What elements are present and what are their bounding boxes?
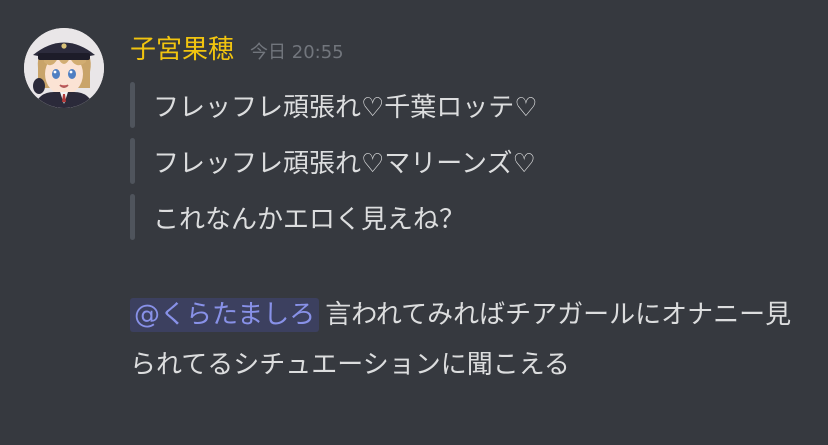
quote-bar [130,194,135,240]
message-body: @くらたましろ 言われてみればチアガールにオナニー見られてるシチュエーションに聞こ… [130,290,810,390]
quote-bar [130,82,135,128]
quote-bar [130,138,135,184]
quote-text: これなんかエロく見えね？ [153,204,466,235]
anime-character-avatar-icon [24,28,104,108]
avatar[interactable] [24,28,104,108]
blockquote-line: これなんかエロく見えね？ [130,194,465,240]
quote-text: フレッフレ頑張れ♡マリーンズ♡ [153,148,536,179]
blockquote-line: フレッフレ頑張れ♡千葉ロッテ♡ [130,82,538,128]
message-header: 子宮果穂 今日 20:55 [130,34,344,66]
user-mention[interactable]: @くらたましろ [130,298,320,332]
quote-text: フレッフレ頑張れ♡千葉ロッテ♡ [153,92,538,123]
timestamp: 今日 20:55 [250,42,344,63]
username[interactable]: 子宮果穂 [130,34,234,66]
blockquote-line: フレッフレ頑張れ♡マリーンズ♡ [130,138,536,184]
